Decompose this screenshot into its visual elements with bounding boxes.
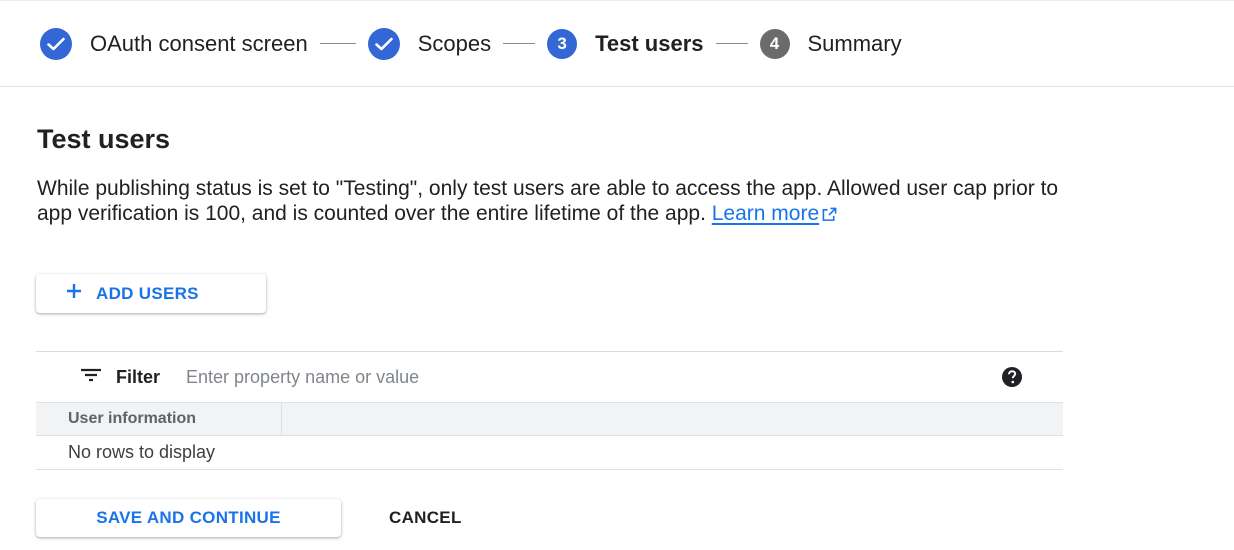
- add-users-label: ADD USERS: [96, 283, 199, 303]
- plus-icon: [66, 283, 82, 304]
- step-oauth-consent-screen[interactable]: OAuth consent screen: [40, 27, 308, 60]
- filter-label: Filter: [116, 366, 161, 387]
- step-label: Scopes: [417, 30, 492, 56]
- step-label: Summary: [807, 30, 902, 56]
- step-label: Test users: [595, 30, 704, 56]
- step-connector: [319, 43, 356, 44]
- external-link-icon: [822, 203, 837, 228]
- page-description: While publishing status is set to "Testi…: [37, 176, 1077, 228]
- test-users-table: Filter User information No rows to displ…: [36, 351, 1063, 470]
- check-icon: [40, 27, 72, 60]
- step-number-badge: 4: [759, 28, 790, 59]
- add-users-button[interactable]: ADD USERS: [36, 274, 266, 313]
- save-and-continue-button[interactable]: SAVE AND CONTINUE: [36, 499, 341, 537]
- column-header-user-information[interactable]: User information: [36, 403, 282, 435]
- learn-more-label: Learn more: [711, 202, 820, 225]
- cancel-button[interactable]: CANCEL: [372, 499, 479, 537]
- learn-more-link[interactable]: Learn more: [712, 202, 837, 225]
- step-test-users[interactable]: 3 Test users: [547, 28, 704, 59]
- page: OAuth consent screen Scopes 3 Test users…: [0, 0, 1234, 550]
- description-text: While publishing status is set to "Testi…: [37, 177, 1059, 225]
- step-scopes[interactable]: Scopes: [367, 27, 492, 60]
- check-icon: [367, 27, 400, 60]
- help-icon[interactable]: [1001, 366, 1023, 393]
- table-header-row: User information: [36, 402, 1063, 436]
- filter-input[interactable]: [186, 366, 787, 388]
- page-title: Test users: [37, 124, 171, 154]
- step-connector: [503, 43, 536, 44]
- filter-bar: Filter: [36, 352, 1063, 402]
- filter-icon: [80, 368, 102, 387]
- step-number-badge: 3: [547, 28, 578, 59]
- stepper: OAuth consent screen Scopes 3 Test users…: [0, 0, 1234, 87]
- empty-table-message: No rows to display: [36, 436, 1063, 470]
- step-label: OAuth consent screen: [90, 30, 308, 56]
- step-summary[interactable]: 4 Summary: [759, 28, 902, 59]
- step-connector: [715, 43, 748, 44]
